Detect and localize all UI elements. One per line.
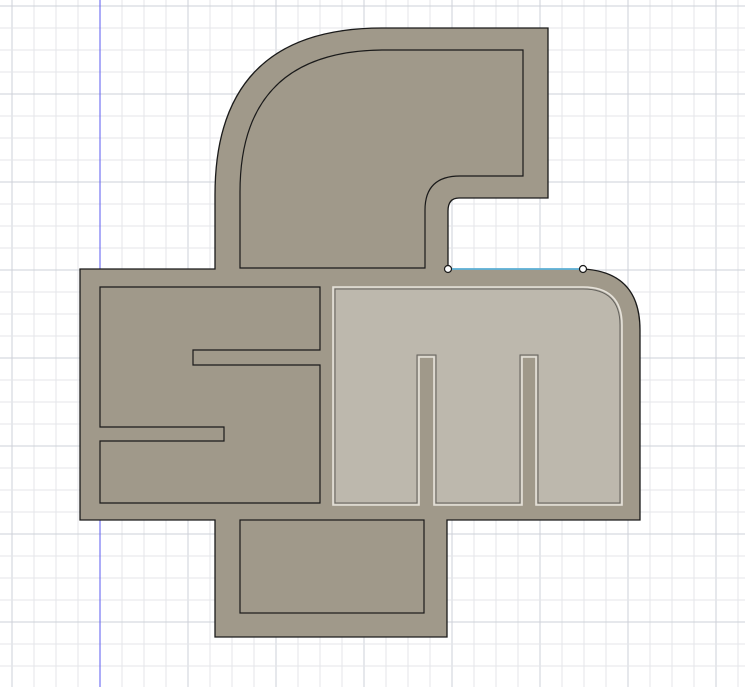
swoosh-face[interactable] xyxy=(239,49,524,269)
sketch-canvas[interactable] xyxy=(0,0,745,687)
cad-viewport[interactable] xyxy=(0,0,745,687)
letter-m-face-selected[interactable] xyxy=(332,286,623,506)
edge-endpoint-vertex[interactable] xyxy=(443,264,453,274)
letter-s-face[interactable] xyxy=(99,286,321,504)
bottom-rect-face[interactable] xyxy=(239,519,425,614)
edge-endpoint-vertex[interactable] xyxy=(578,264,588,274)
